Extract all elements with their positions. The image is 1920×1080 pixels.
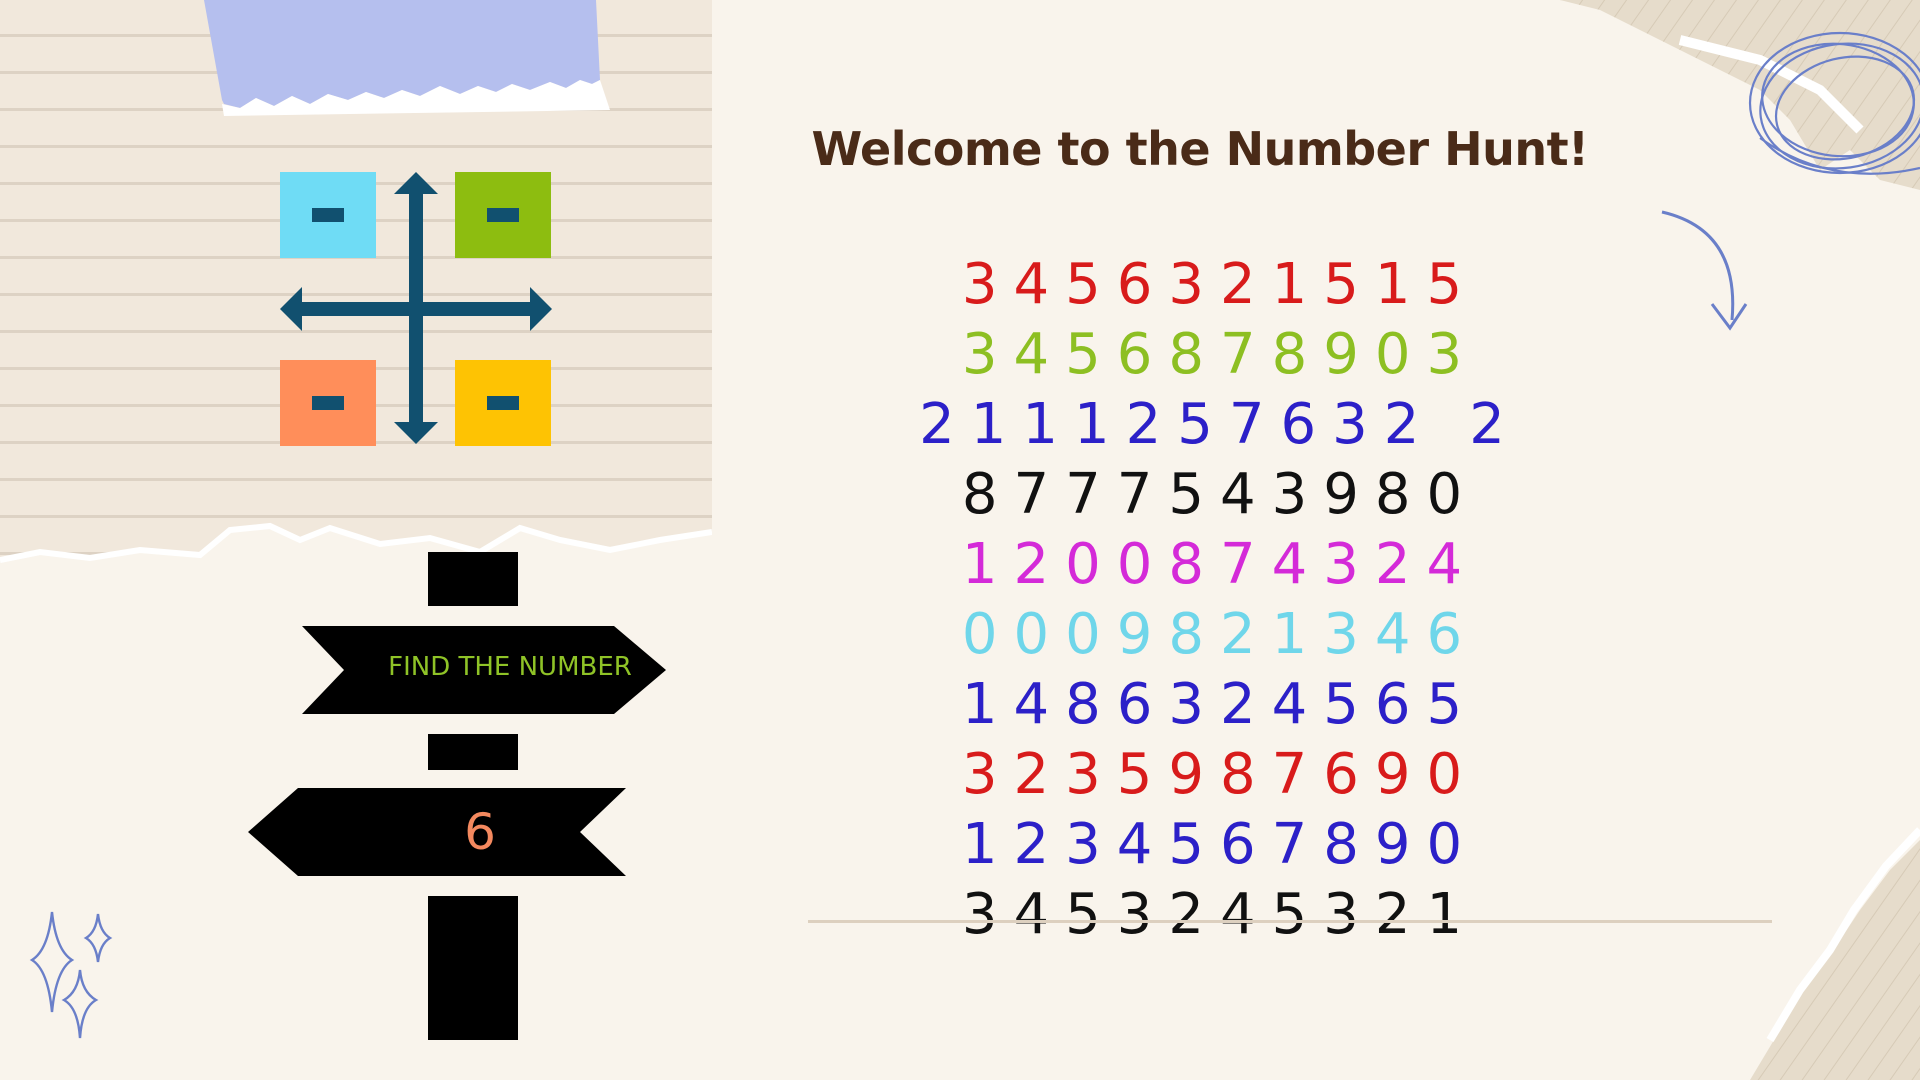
signpost-middle bbox=[428, 734, 518, 770]
number-row: 1486324565 bbox=[961, 672, 1479, 737]
number-row: 2111257632 2 bbox=[919, 392, 1521, 457]
signpost-base bbox=[428, 896, 518, 1040]
torn-paper-edge bbox=[0, 522, 712, 580]
number-row: 3456878903 bbox=[961, 322, 1479, 387]
page-title: Welcome to the Number Hunt! bbox=[811, 122, 1589, 176]
four-quadrant-arrows-icon bbox=[280, 172, 552, 446]
number-row: 8777543980 bbox=[961, 462, 1479, 527]
scribble-circle-doodle-icon bbox=[1748, 31, 1920, 175]
number-row: 3235987690 bbox=[961, 742, 1479, 807]
number-row: 1234567890 bbox=[961, 812, 1479, 877]
number-row: 3456321515 bbox=[961, 252, 1479, 317]
number-row: 3453245321 bbox=[961, 882, 1479, 947]
number-row: 1200874324 bbox=[961, 532, 1479, 597]
tape-strip bbox=[204, 0, 610, 116]
signpost-top-cap bbox=[428, 552, 518, 606]
curved-arrow-doodle-icon bbox=[1661, 210, 1748, 331]
target-number: 6 bbox=[464, 803, 496, 861]
divider-line bbox=[808, 920, 1772, 923]
paper-corner-bottom-right bbox=[1750, 827, 1920, 1080]
number-row: 0009821346 bbox=[961, 602, 1479, 667]
sparkle-doodle-icon bbox=[29, 911, 113, 1039]
number-grid: 3456321515 3456878903 2111257632 2 87775… bbox=[900, 250, 1540, 950]
find-the-number-label: FIND THE NUMBER bbox=[388, 652, 632, 682]
